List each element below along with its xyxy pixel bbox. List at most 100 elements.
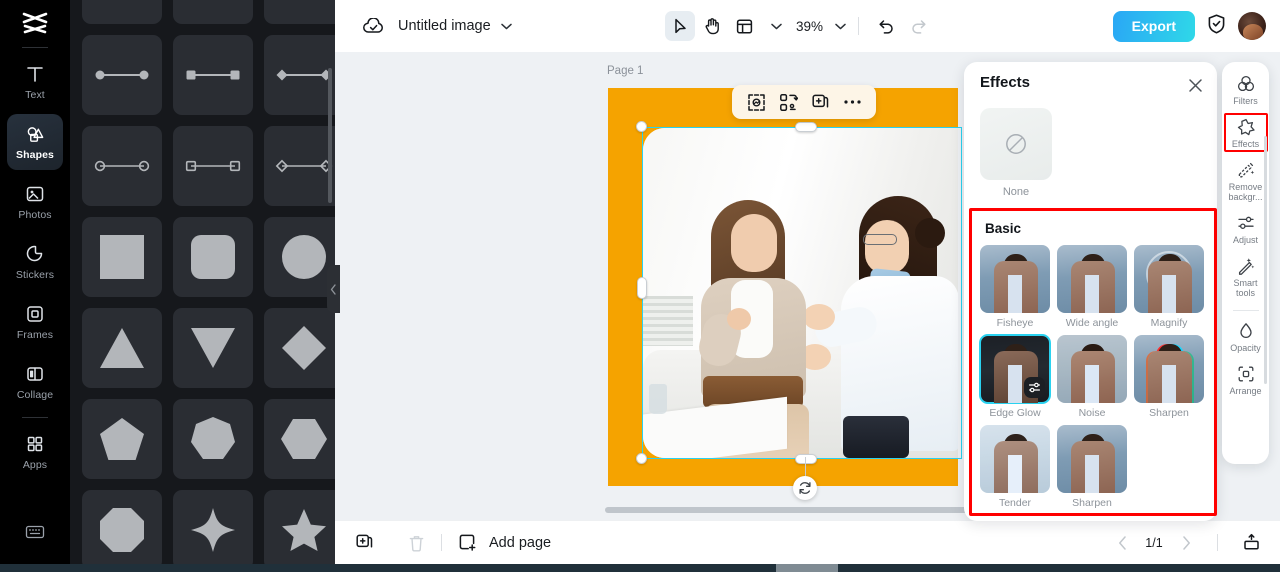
effect-thumbnail[interactable]	[1057, 425, 1127, 493]
effect-item-magnify[interactable]: Magnify	[1134, 245, 1204, 329]
shape-four-point-star[interactable]	[173, 490, 253, 564]
present-icon[interactable]	[1238, 530, 1264, 556]
shape-heptagon[interactable]	[173, 399, 253, 479]
keyboard-icon[interactable]	[24, 522, 46, 542]
undo-button[interactable]	[871, 11, 901, 41]
tool-effects[interactable]: Effects	[1223, 113, 1268, 153]
capcut-logo-icon[interactable]	[15, 6, 55, 42]
collage-icon	[24, 363, 46, 385]
next-page-button[interactable]	[1175, 532, 1197, 554]
cloud-saved-icon[interactable]	[363, 17, 384, 35]
export-button[interactable]: Export	[1112, 10, 1195, 42]
effect-item-sharpen[interactable]: Sharpen	[1134, 335, 1204, 419]
text-icon	[24, 63, 46, 85]
adjust-sliders-icon[interactable]	[1024, 377, 1045, 398]
tool-rail-scrollbar[interactable]	[1264, 136, 1267, 384]
rail-divider	[22, 47, 48, 48]
effect-thumbnail[interactable]	[980, 425, 1050, 493]
duplicate-page-icon[interactable]	[351, 530, 377, 556]
shape-line-diamond-diamond[interactable]	[264, 35, 335, 115]
shield-check-icon[interactable]	[1207, 14, 1226, 39]
sidebar-item-stickers[interactable]: Stickers	[7, 234, 63, 290]
shape-line-dot-dot[interactable]	[82, 35, 162, 115]
shape-pentagon[interactable]	[82, 399, 162, 479]
hand-tool-button[interactable]	[697, 11, 727, 41]
effect-thumbnail[interactable]	[980, 245, 1050, 313]
sidebar-item-frames[interactable]: Frames	[7, 294, 63, 350]
effect-item-noise[interactable]: Noise	[1057, 335, 1127, 419]
tool-opacity[interactable]: Opacity	[1224, 317, 1268, 356]
shape-line-circle-outline[interactable]	[82, 126, 162, 206]
effect-item-tender[interactable]: Tender	[980, 425, 1050, 509]
shape-cell[interactable]	[264, 0, 335, 24]
tool-smart-tools[interactable]: Smart tools	[1224, 252, 1268, 301]
document-title[interactable]: Untitled image	[398, 18, 491, 34]
shape-square[interactable]	[82, 217, 162, 297]
shape-diamond[interactable]	[264, 308, 335, 388]
shape-octagon[interactable]	[82, 490, 162, 564]
effect-label: Magnify	[1150, 317, 1188, 329]
handle-top-center[interactable]	[795, 122, 817, 132]
effect-item-wide-angle[interactable]: Wide angle	[1057, 245, 1127, 329]
sidebar-item-label: Collage	[16, 389, 54, 401]
shape-rounded-square[interactable]	[173, 217, 253, 297]
replace-image-icon[interactable]	[776, 90, 800, 114]
shape-five-point-star[interactable]	[264, 490, 335, 564]
handle-middle-left[interactable]	[637, 277, 647, 299]
redo-button[interactable]	[903, 11, 933, 41]
shapes-icon	[24, 123, 46, 145]
chevron-down-icon[interactable]	[500, 23, 512, 30]
tool-adjust[interactable]: Adjust	[1224, 209, 1268, 248]
shape-cell[interactable]	[82, 0, 162, 24]
shape-hexagon[interactable]	[264, 399, 335, 479]
effect-item-sharpen-2[interactable]: Sharpen	[1057, 425, 1127, 509]
handle-bottom-left[interactable]	[636, 453, 647, 464]
opacity-icon	[1236, 321, 1256, 341]
effect-thumbnail[interactable]	[1057, 245, 1127, 313]
effect-thumbnail[interactable]	[1057, 335, 1127, 403]
duplicate-icon[interactable]	[808, 90, 832, 114]
sidebar-item-collage[interactable]: Collage	[7, 354, 63, 410]
more-options-icon[interactable]	[840, 90, 864, 114]
canvas-image[interactable]	[643, 128, 958, 458]
effect-item-edge-glow[interactable]: Edge Glow	[979, 334, 1051, 419]
effect-item-fisheye[interactable]: Fisheye	[980, 245, 1050, 329]
effect-thumbnail[interactable]	[1134, 245, 1204, 313]
none-slash-icon[interactable]	[980, 108, 1052, 180]
effect-none-item[interactable]: None	[964, 104, 1217, 198]
add-page-button[interactable]: Add page	[454, 530, 551, 556]
shape-line-square-square[interactable]	[173, 35, 253, 115]
tool-filters[interactable]: Filters	[1224, 70, 1268, 109]
effect-thumbnail[interactable]	[1134, 335, 1204, 403]
sidebar-item-label: Frames	[16, 329, 54, 341]
panel-collapse-handle[interactable]	[327, 265, 340, 313]
crop-icon[interactable]	[744, 90, 768, 114]
shape-line-diamond-outline[interactable]	[264, 126, 335, 206]
shape-circle[interactable]	[264, 217, 335, 297]
prev-page-button[interactable]	[1111, 532, 1133, 554]
effect-label: Sharpen	[1149, 407, 1189, 419]
rotate-icon[interactable]	[793, 476, 817, 500]
sidebar-item-photos[interactable]: Photos	[7, 174, 63, 230]
select-tool-button[interactable]	[665, 11, 695, 41]
trash-icon[interactable]	[403, 530, 429, 556]
sidebar-item-text[interactable]: Text	[7, 54, 63, 110]
tool-arrange[interactable]: Arrange	[1224, 360, 1268, 399]
shape-cell[interactable]	[173, 0, 253, 24]
zoom-chevron-down-icon[interactable]	[835, 23, 846, 30]
handle-top-left[interactable]	[636, 121, 647, 132]
tool-remove-background[interactable]: Remove backgr...	[1224, 156, 1268, 205]
avatar[interactable]	[1238, 12, 1266, 40]
shapes-panel-scrollbar[interactable]	[328, 68, 332, 203]
zoom-level[interactable]: 39%	[796, 19, 823, 34]
shape-triangle-down[interactable]	[173, 308, 253, 388]
sidebar-item-apps[interactable]: Apps	[7, 424, 63, 480]
effect-thumbnail-selected[interactable]	[979, 334, 1051, 404]
layout-tool-button[interactable]	[729, 11, 759, 41]
shape-triangle-up[interactable]	[82, 308, 162, 388]
shape-line-square-outline[interactable]	[173, 126, 253, 206]
sidebar-item-shapes[interactable]: Shapes	[7, 114, 63, 170]
artboard[interactable]	[608, 88, 958, 486]
close-icon[interactable]	[1185, 75, 1205, 95]
layout-chevron-down-icon[interactable]	[771, 23, 782, 30]
